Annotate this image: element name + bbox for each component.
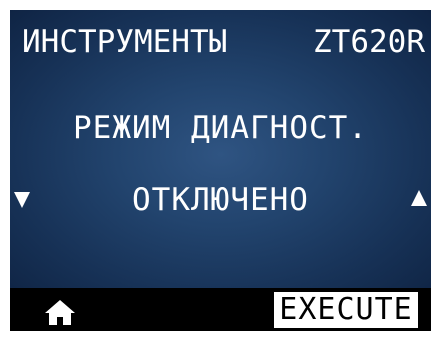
menu-panel: ИНСТРУМЕНТЫ ZT620R РЕЖИМ ДИАГНОСТ. ОТКЛЮ…: [10, 10, 431, 288]
menu-title: ИНСТРУМЕНТЫ: [22, 24, 228, 60]
printer-display: ИНСТРУМЕНТЫ ZT620R РЕЖИМ ДИАГНОСТ. ОТКЛЮ…: [10, 10, 431, 331]
home-icon: [45, 300, 75, 325]
home-button[interactable]: [40, 297, 80, 327]
setting-value: ОТКЛЮЧЕНО: [132, 182, 309, 218]
printer-model: ZT620R: [313, 24, 425, 60]
triangle-up-icon[interactable]: [411, 190, 427, 206]
setting-name: РЕЖИМ ДИАГНОСТ.: [73, 110, 368, 146]
execute-button[interactable]: EXECUTE: [274, 292, 418, 328]
